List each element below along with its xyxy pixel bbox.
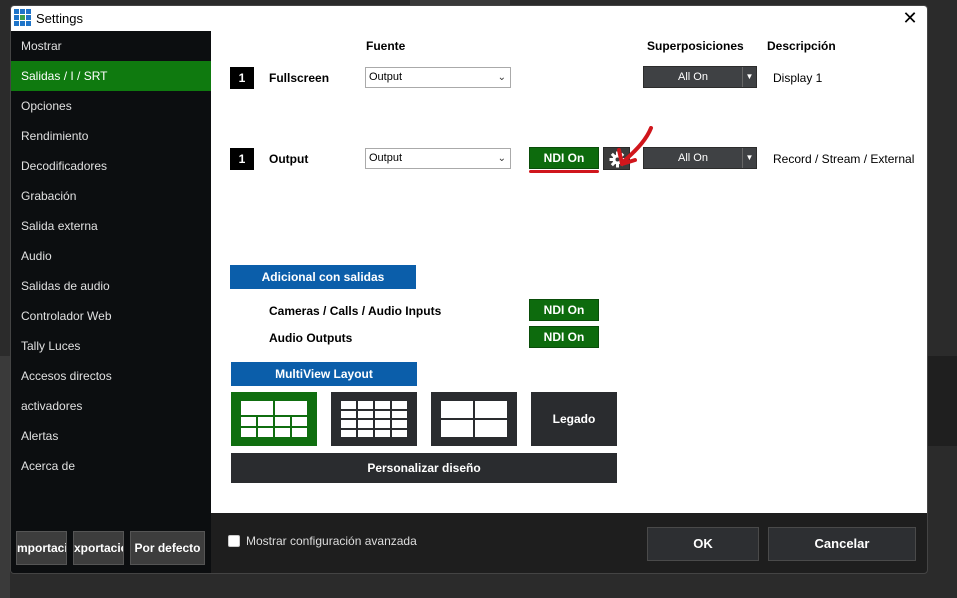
annotation-underline xyxy=(529,170,599,173)
layout-preview-icon xyxy=(241,401,307,437)
sidebar-item-alertas[interactable]: Alertas xyxy=(11,421,211,451)
output-number: 1 xyxy=(230,67,254,89)
app-grid-icon xyxy=(14,9,31,26)
sidebar-item-accesos-directos[interactable]: Accesos directos xyxy=(11,361,211,391)
overlay-dropdown[interactable]: All On ▼ xyxy=(643,147,757,169)
layout-option-legacy[interactable]: Legado xyxy=(531,392,617,446)
legacy-label: Legado xyxy=(552,412,596,426)
sidebar-item-decodificadores[interactable]: Decodificadores xyxy=(11,151,211,181)
dropdown-arrow-icon: ▼ xyxy=(742,148,756,168)
additional-row-label: Cameras / Calls / Audio Inputs xyxy=(269,304,442,318)
window-title: Settings xyxy=(36,11,83,26)
sidebar-item-controlador-web[interactable]: Controlador Web xyxy=(11,301,211,331)
customize-layout-button[interactable]: Personalizar diseño xyxy=(231,453,617,483)
sidebar-item-salidas[interactable]: Salidas / I / SRT xyxy=(11,61,211,91)
sidebar-item-rendimiento[interactable]: Rendimiento xyxy=(11,121,211,151)
export-button[interactable]: xportació xyxy=(73,531,124,565)
sidebar-item-salida-externa[interactable]: Salida externa xyxy=(11,211,211,241)
layout-option-3[interactable] xyxy=(431,392,517,446)
title-bar[interactable]: Settings ✕ xyxy=(11,6,927,31)
multiview-layout-button[interactable]: MultiView Layout xyxy=(231,362,417,386)
dropdown-arrow-icon: ▼ xyxy=(742,67,756,87)
source-select[interactable]: Output ⌄ xyxy=(365,148,511,169)
chevron-down-icon: ⌄ xyxy=(497,72,506,83)
ndi-toggle-button[interactable]: NDI On xyxy=(529,326,599,348)
source-select-value: Output xyxy=(369,152,403,164)
ndi-toggle-button[interactable]: NDI On xyxy=(529,299,599,321)
output-name: Fullscreen xyxy=(269,71,330,85)
overlays-header: Superposiciones xyxy=(647,39,744,53)
sidebar-item-audio[interactable]: Audio xyxy=(11,241,211,271)
layout-option-1[interactable] xyxy=(231,392,317,446)
sidebar-item-acerca-de[interactable]: Acerca de xyxy=(11,451,211,481)
output-number: 1 xyxy=(230,148,254,170)
import-button[interactable]: mportació xyxy=(16,531,67,565)
layout-preview-icon xyxy=(341,401,407,437)
settings-window: Settings ✕ Mostrar Salidas / I / SRT Opc… xyxy=(10,5,928,574)
advanced-settings-label: Mostrar configuración avanzada xyxy=(246,534,417,548)
overlay-dropdown-value: All On xyxy=(678,152,708,164)
ok-button[interactable]: OK xyxy=(647,527,759,561)
sidebar: Mostrar Salidas / I / SRT Opciones Rendi… xyxy=(11,31,211,573)
sidebar-item-salidas-de-audio[interactable]: Salidas de audio xyxy=(11,271,211,301)
overlay-dropdown[interactable]: All On ▼ xyxy=(643,66,757,88)
source-select[interactable]: Output ⌄ xyxy=(365,67,511,88)
ndi-toggle-button[interactable]: NDI On xyxy=(529,147,599,169)
chevron-down-icon: ⌄ xyxy=(497,153,506,164)
description-header: Descripción xyxy=(767,39,836,53)
sidebar-item-grabacion[interactable]: Grabación xyxy=(11,181,211,211)
output-name: Output xyxy=(269,152,309,166)
sidebar-item-mostrar[interactable]: Mostrar xyxy=(11,31,211,61)
output-description: Display 1 xyxy=(773,71,823,85)
source-select-value: Output xyxy=(369,71,403,83)
close-icon[interactable]: ✕ xyxy=(901,8,919,28)
additional-outputs-button[interactable]: Adicional con salidas xyxy=(230,265,416,289)
output-description: Record / Stream / External xyxy=(773,152,915,166)
default-button[interactable]: Por defecto xyxy=(130,531,205,565)
source-header: Fuente xyxy=(366,39,406,53)
sidebar-item-tally-luces[interactable]: Tally Luces xyxy=(11,331,211,361)
sidebar-item-opciones[interactable]: Opciones xyxy=(11,91,211,121)
layout-option-2[interactable] xyxy=(331,392,417,446)
overlay-dropdown-value: All On xyxy=(678,71,708,83)
background-app-edge xyxy=(0,356,10,598)
cancel-button[interactable]: Cancelar xyxy=(768,527,916,561)
sidebar-item-activadores[interactable]: activadores xyxy=(11,391,211,421)
background-app-panel xyxy=(928,356,957,446)
additional-row-label: Audio Outputs xyxy=(269,331,353,345)
layout-preview-icon xyxy=(441,401,507,437)
settings-content: Fuente Superposiciones Descripción 1 Ful… xyxy=(211,31,927,513)
advanced-settings-checkbox[interactable] xyxy=(228,535,240,547)
